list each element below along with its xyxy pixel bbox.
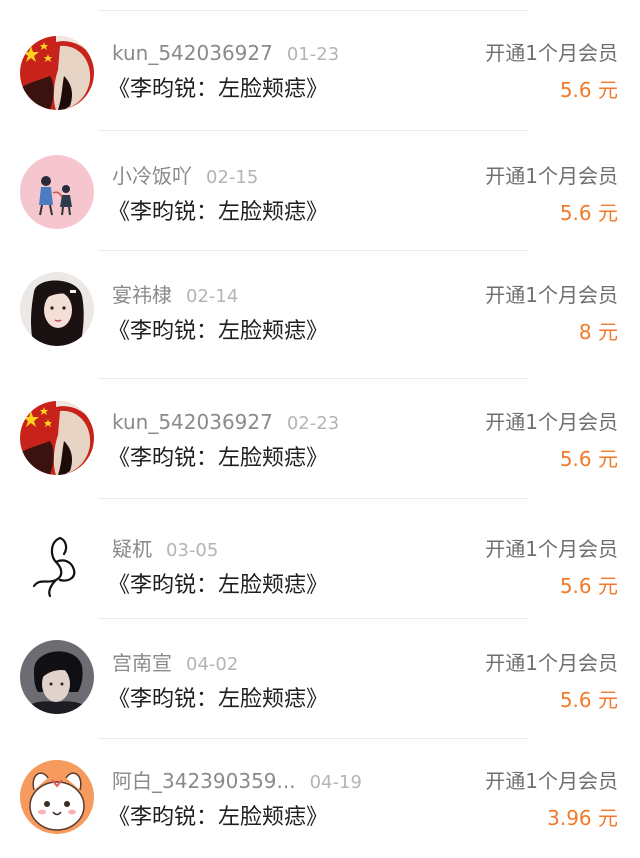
item-title[interactable]: 《李昀锐：左脸颊痣》 xyxy=(108,804,328,832)
username[interactable]: kun_542036927 xyxy=(112,410,273,434)
list-item[interactable]: 小冷饭吖 02-15 《李昀锐：左脸颊痣》 开通1个月会员 5.6 元 xyxy=(0,155,640,253)
price-currency: 元 xyxy=(598,688,618,712)
price-value: 5.6 xyxy=(559,688,592,712)
avatar[interactable] xyxy=(20,760,94,834)
item-title[interactable]: 《李昀锐：左脸颊痣》 xyxy=(108,445,328,473)
item-title[interactable]: 《李昀锐：左脸颊痣》 xyxy=(108,318,328,346)
action-label: 开通1个月会员 xyxy=(485,164,618,188)
username[interactable]: 疑杌 xyxy=(112,537,152,561)
date: 02-14 xyxy=(186,286,239,307)
price: 5.6 元 xyxy=(560,76,618,104)
action-label: 开通1个月会员 xyxy=(485,537,618,561)
list-item[interactable]: 宫南宣 04-02 《李昀锐：左脸颊痣》 开通1个月会员 5.6 元 xyxy=(0,640,640,740)
username[interactable]: 阿白_342390359... xyxy=(112,769,296,793)
divider xyxy=(98,618,528,619)
avatar[interactable] xyxy=(20,401,94,475)
avatar[interactable] xyxy=(20,528,94,602)
price: 5.6 元 xyxy=(560,572,618,600)
price-value: 8 xyxy=(578,320,592,344)
date: 02-23 xyxy=(286,413,340,434)
item-meta: kun_542036927 02-23 xyxy=(112,409,339,435)
username[interactable]: 小冷饭吖 xyxy=(112,164,192,188)
date: 04-19 xyxy=(309,772,362,793)
username[interactable]: 宴祎棣 xyxy=(112,283,172,307)
username[interactable]: 宫南宣 xyxy=(112,651,172,675)
price-value: 5.6 xyxy=(559,574,592,598)
date: 01-23 xyxy=(286,44,340,65)
price-currency: 元 xyxy=(598,320,618,344)
price: 5.6 元 xyxy=(560,199,618,227)
avatar[interactable] xyxy=(20,155,94,229)
divider xyxy=(98,130,528,131)
username[interactable]: kun_542036927 xyxy=(112,41,273,65)
price-value: 5.6 xyxy=(559,78,592,102)
price: 5.6 元 xyxy=(560,445,618,473)
price: 3.96 元 xyxy=(547,804,618,832)
avatar[interactable] xyxy=(20,640,94,714)
item-title[interactable]: 《李昀锐：左脸颊痣》 xyxy=(108,572,328,600)
avatar[interactable] xyxy=(20,272,94,346)
price: 8 元 xyxy=(579,318,618,346)
item-title[interactable]: 《李昀锐：左脸颊痣》 xyxy=(108,76,328,104)
price-currency: 元 xyxy=(598,78,618,102)
divider xyxy=(98,498,528,499)
item-meta: kun_542036927 01-23 xyxy=(112,40,339,66)
price-currency: 元 xyxy=(598,806,618,830)
list-item[interactable]: kun_542036927 02-23 《李昀锐：左脸颊痣》 开通1个月会员 5.… xyxy=(0,401,640,499)
avatar[interactable] xyxy=(20,36,94,110)
item-title[interactable]: 《李昀锐：左脸颊痣》 xyxy=(108,686,328,714)
item-meta: 宫南宣 04-02 xyxy=(112,650,238,676)
action-label: 开通1个月会员 xyxy=(485,410,618,434)
list-item[interactable]: 阿白_342390359... 04-19 《李昀锐：左脸颊痣》 开通1个月会员 … xyxy=(0,760,640,858)
divider xyxy=(98,378,528,379)
price-currency: 元 xyxy=(598,574,618,598)
price-currency: 元 xyxy=(598,447,618,471)
date: 02-15 xyxy=(206,167,259,188)
item-meta: 小冷饭吖 02-15 xyxy=(112,163,258,189)
item-meta: 疑杌 03-05 xyxy=(112,536,218,562)
list-item[interactable]: 疑杌 03-05 《李昀锐：左脸颊痣》 开通1个月会员 5.6 元 xyxy=(0,528,640,626)
item-title[interactable]: 《李昀锐：左脸颊痣》 xyxy=(108,199,328,227)
divider xyxy=(98,738,528,739)
action-label: 开通1个月会员 xyxy=(485,283,618,307)
price-value: 3.96 xyxy=(547,806,592,830)
date: 03-05 xyxy=(166,540,219,561)
price: 5.6 元 xyxy=(560,686,618,714)
action-label: 开通1个月会员 xyxy=(485,769,618,793)
date: 04-02 xyxy=(186,654,239,675)
price-value: 5.6 xyxy=(559,447,592,471)
price-currency: 元 xyxy=(598,201,618,225)
action-label: 开通1个月会员 xyxy=(485,41,618,65)
item-meta: 阿白_342390359... 04-19 xyxy=(112,768,362,794)
item-meta: 宴祎棣 02-14 xyxy=(112,282,238,308)
action-label: 开通1个月会员 xyxy=(485,651,618,675)
divider xyxy=(98,10,528,11)
divider xyxy=(98,250,528,251)
list-item[interactable]: kun_542036927 01-23 《李昀锐：左脸颊痣》 开通1个月会员 5.… xyxy=(0,36,640,130)
list-item[interactable]: 宴祎棣 02-14 《李昀锐：左脸颊痣》 开通1个月会员 8 元 xyxy=(0,272,640,372)
price-value: 5.6 xyxy=(559,201,592,225)
